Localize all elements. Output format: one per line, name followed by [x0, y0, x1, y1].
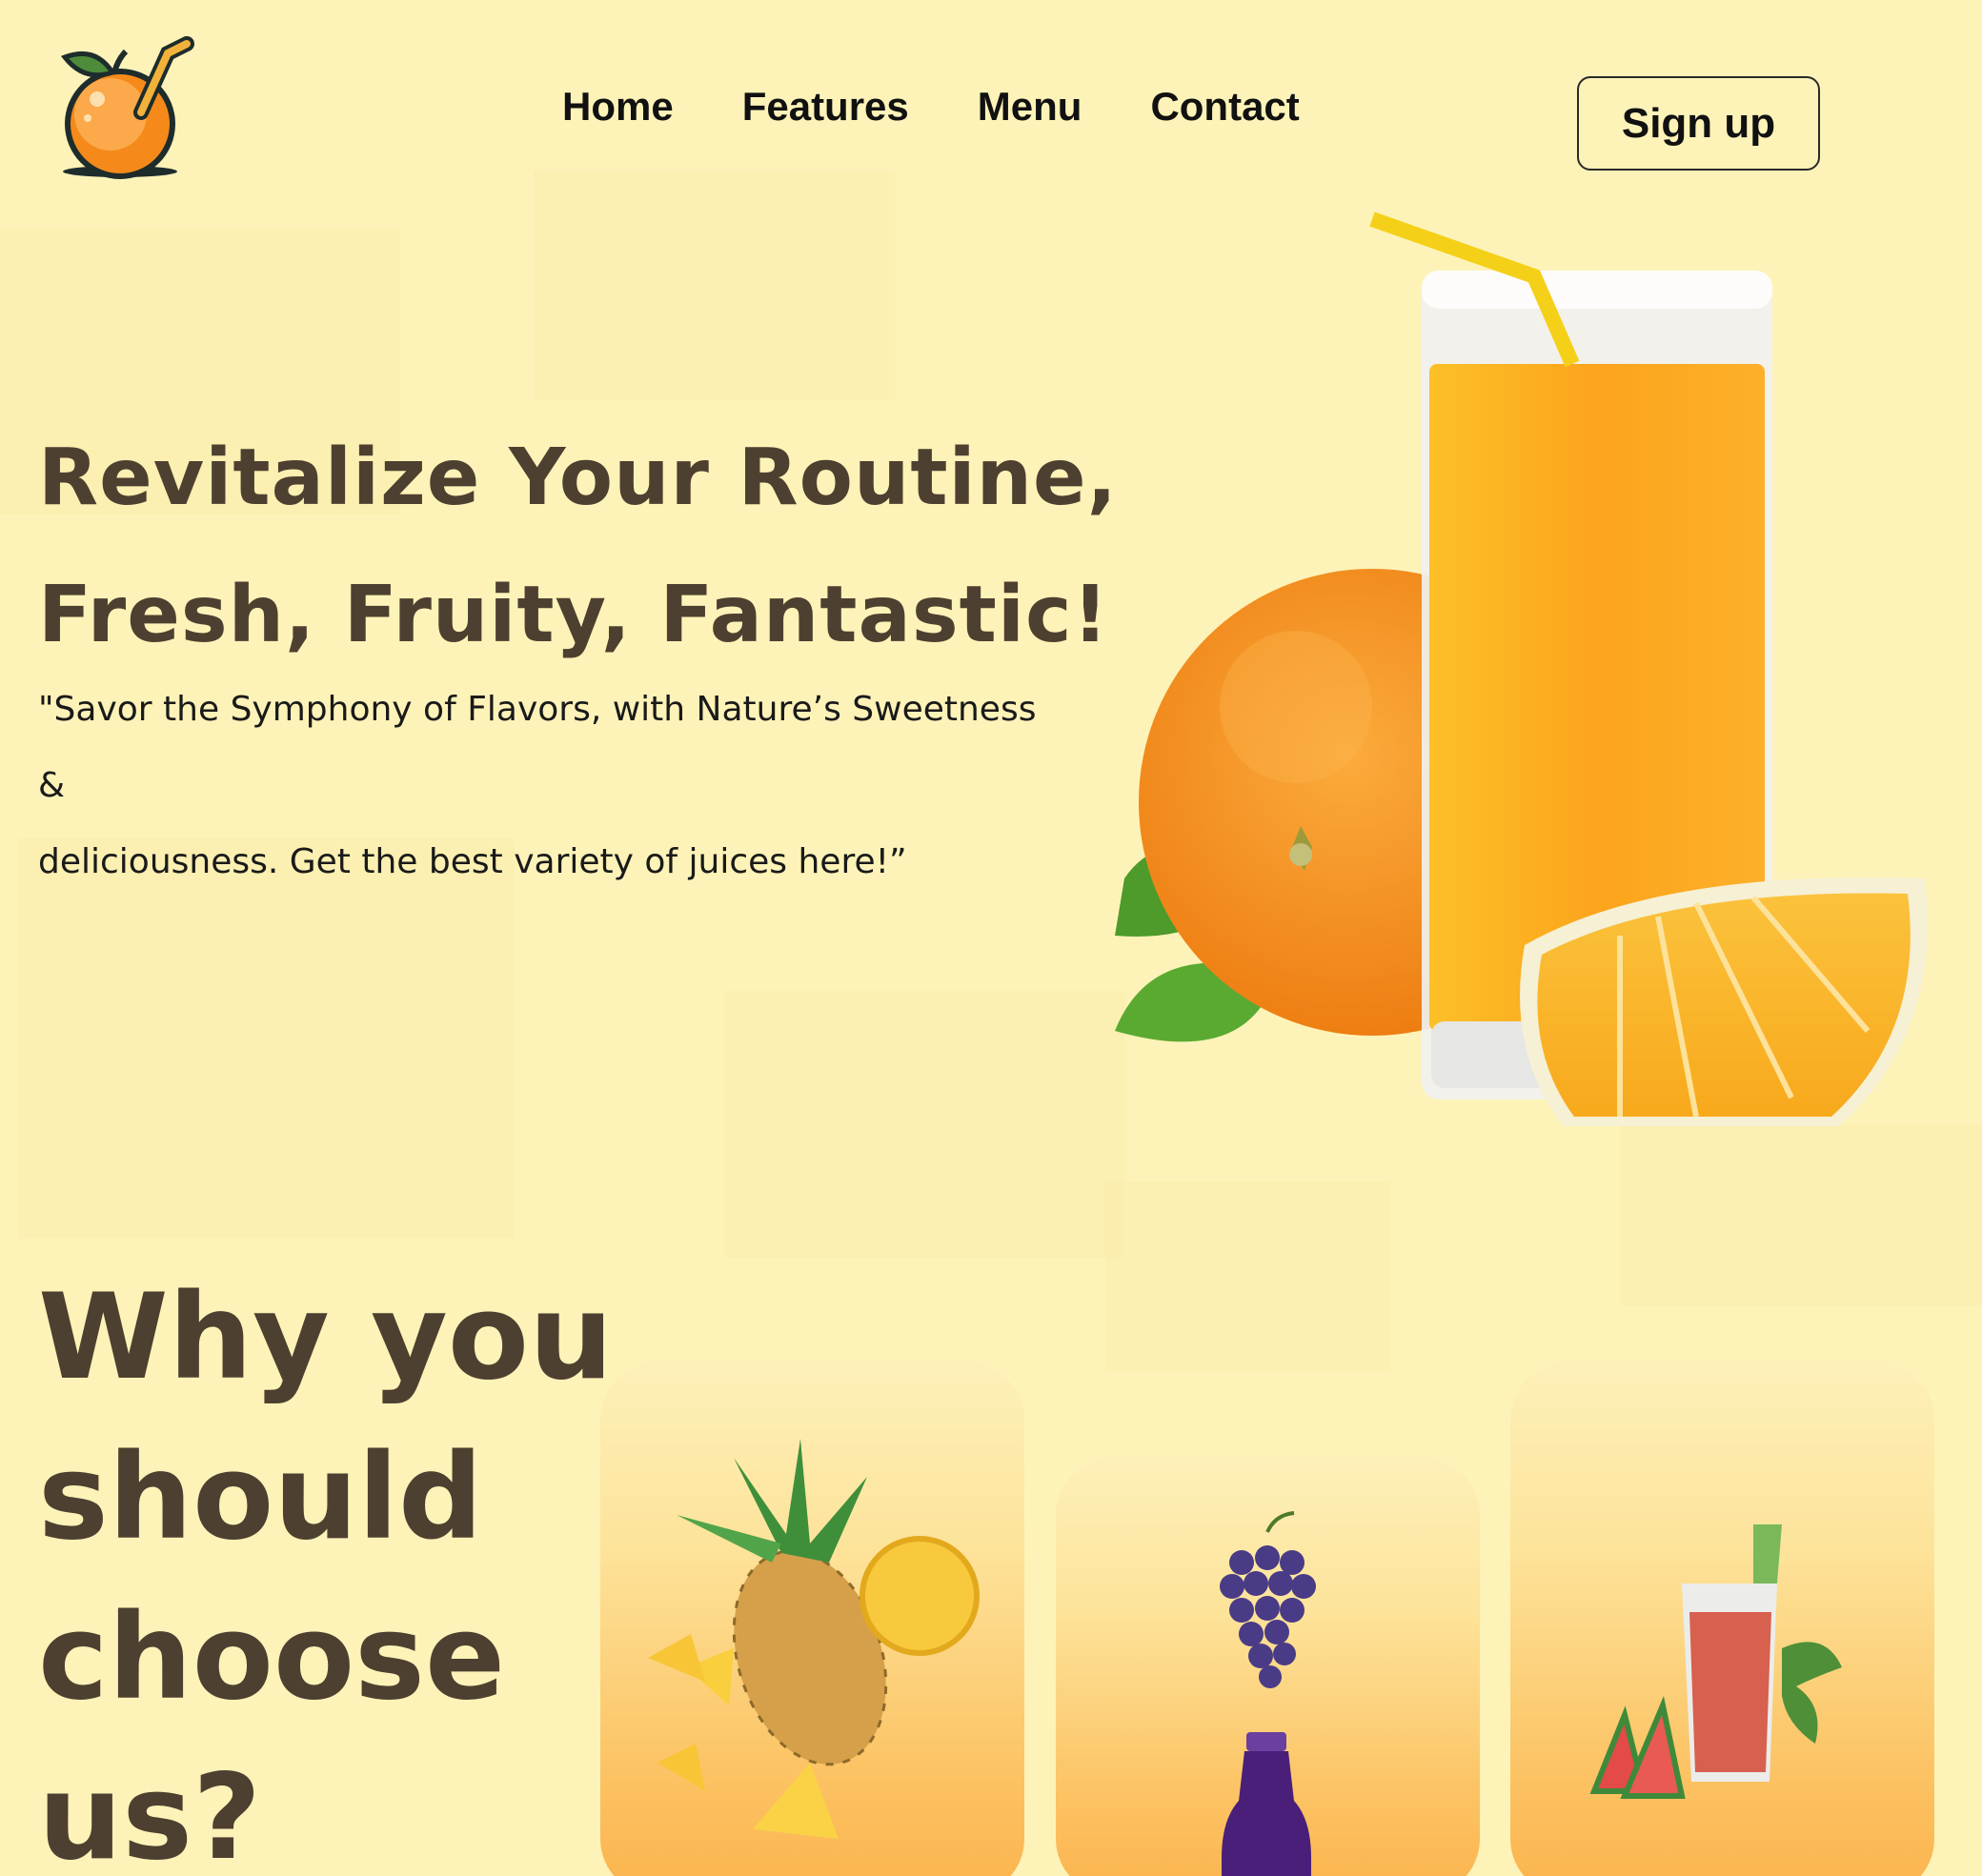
feature-card-pineapple[interactable]	[600, 1362, 1024, 1876]
feature-card-watermelon[interactable]	[1510, 1362, 1934, 1876]
pineapple-icon	[648, 1439, 980, 1839]
nav-menu[interactable]: Menu	[978, 84, 1082, 130]
why-line1: Why you	[38, 1269, 614, 1406]
why-line4: us?	[38, 1749, 262, 1876]
hero-title-line1: Revitalize Your Routine,	[38, 433, 1118, 523]
grape-juice-icon	[1220, 1511, 1316, 1876]
watermelon-juice-icon	[1589, 1524, 1842, 1799]
why-line2: should	[38, 1429, 483, 1566]
signup-button[interactable]: Sign up	[1577, 76, 1820, 171]
feature-card-grape[interactable]	[1056, 1458, 1480, 1876]
hero-title-line2: Fresh, Fruity, Fantastic!	[38, 570, 1109, 660]
brand-logo[interactable]	[55, 36, 198, 179]
orange-juice-hero-image	[1086, 212, 1944, 1126]
nav-home[interactable]: Home	[562, 84, 674, 130]
hero-subtitle-line2: deliciousness. Get the best variety of j…	[38, 842, 907, 881]
hero-title: Revitalize Your Routine, Fresh, Fruity, …	[38, 410, 1118, 684]
hero-subtitle-line1: "Savor the Symphony of Flavors, with Nat…	[38, 690, 1037, 805]
why-line3: choose	[38, 1589, 506, 1726]
nav-features[interactable]: Features	[742, 84, 909, 130]
hero-subtitle: "Savor the Symphony of Flavors, with Nat…	[38, 672, 1048, 900]
why-choose-us-heading: Why you should choose us?	[38, 1258, 613, 1876]
nav-contact[interactable]: Contact	[1150, 84, 1299, 130]
main-nav: Home Features Menu Contact	[562, 84, 1300, 130]
